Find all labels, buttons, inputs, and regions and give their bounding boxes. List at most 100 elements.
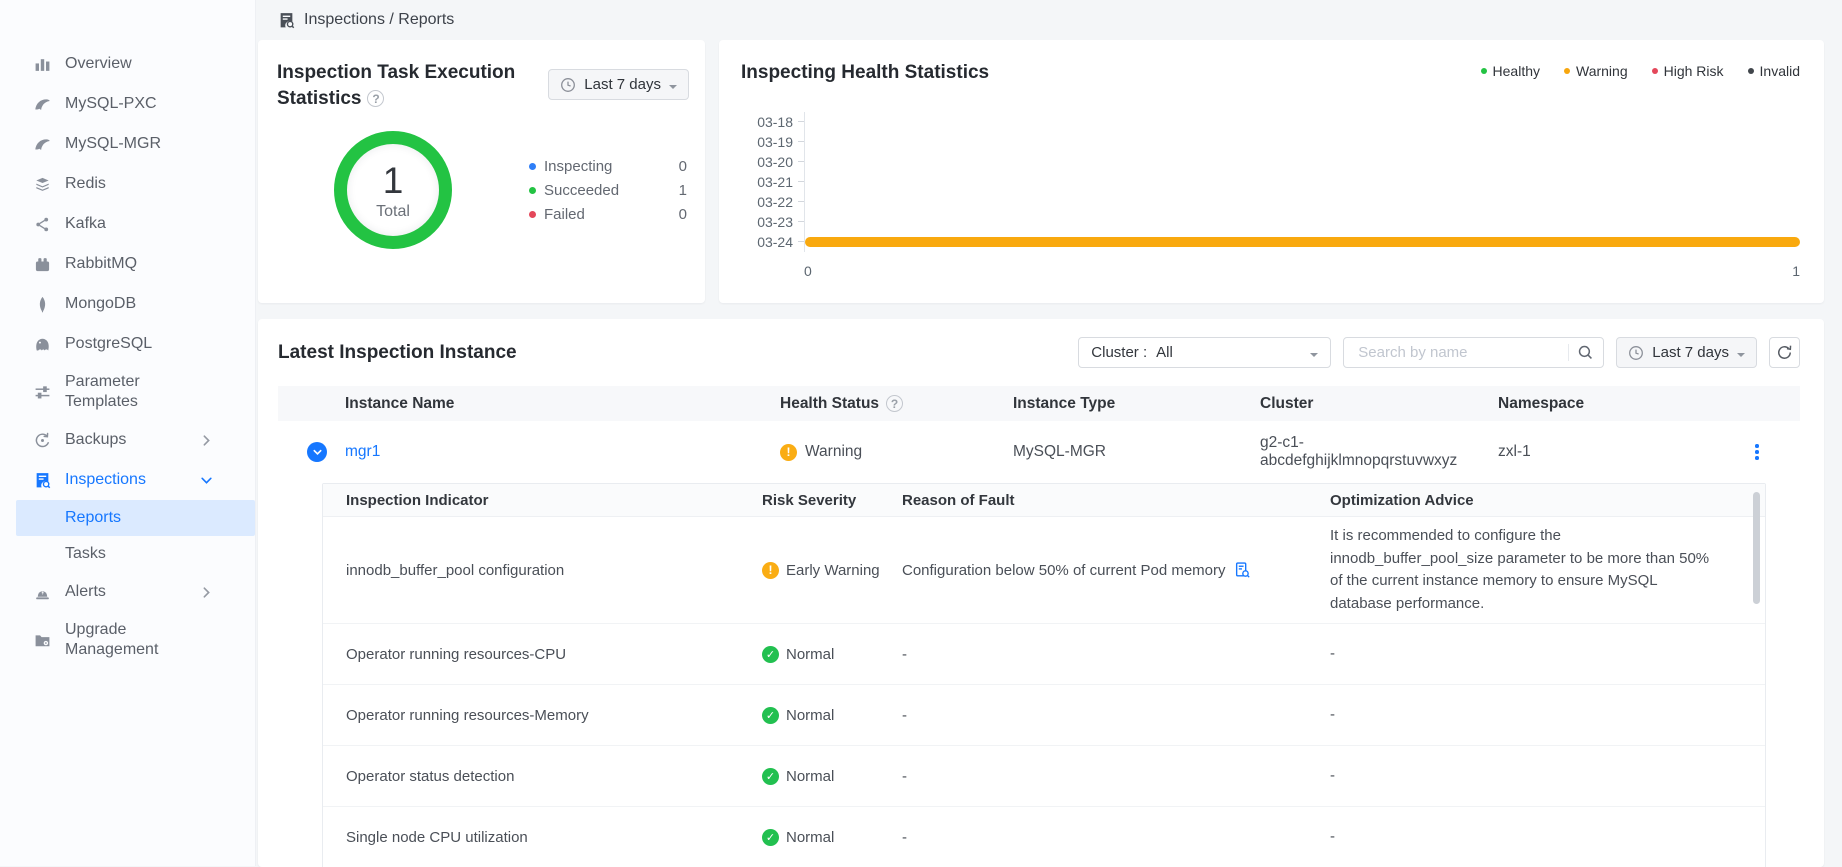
inspections-report-icon bbox=[278, 12, 295, 29]
donut-total-label: Total bbox=[376, 203, 410, 221]
y-axis-tick-label: 03-24 bbox=[741, 234, 793, 250]
check-badge-icon bbox=[762, 829, 779, 846]
chart-row: 03-18 bbox=[741, 112, 1800, 132]
search-icon[interactable] bbox=[1577, 344, 1594, 361]
sidebar-item-label: Tasks bbox=[65, 545, 106, 563]
sidebar-item-mongodb[interactable]: MongoDB bbox=[0, 284, 255, 324]
detail-row-single-node-cpu-utilization: Single node CPU utilizationNormal-- bbox=[323, 807, 1765, 867]
instance-health-status: Warning bbox=[805, 443, 862, 461]
sidebar-item-label: Reports bbox=[65, 509, 121, 527]
detail-row-operator-running-resources-cpu: Operator running resources-CPUNormal-- bbox=[323, 624, 1765, 685]
task-donut-chart: 1 Total bbox=[334, 131, 452, 249]
help-icon[interactable] bbox=[886, 395, 903, 412]
refresh-button[interactable] bbox=[1769, 337, 1800, 368]
sidebar-item-postgresql[interactable]: PostgreSQL bbox=[0, 324, 255, 364]
sidebar-item-mysql-pxc[interactable]: MySQL-PXC bbox=[0, 84, 255, 124]
legend-dot-icon bbox=[1564, 68, 1570, 74]
table-range-dropdown[interactable]: Last 7 days bbox=[1616, 337, 1757, 368]
task-legend-item: Failed0 bbox=[529, 202, 687, 226]
chart-bar-warning bbox=[805, 237, 1800, 247]
redis-icon bbox=[33, 175, 51, 193]
help-icon[interactable] bbox=[367, 90, 384, 107]
sidebar-item-kafka[interactable]: Kafka bbox=[0, 204, 255, 244]
task-legend-item: Succeeded1 bbox=[529, 178, 687, 202]
rabbitmq-icon bbox=[33, 255, 51, 273]
health-legend-item: Healthy bbox=[1481, 63, 1540, 79]
sidebar-item-label: Alerts bbox=[65, 582, 106, 602]
column-header-reason-of-fault: Reason of Fault bbox=[902, 492, 1330, 509]
chevron-down-icon bbox=[1737, 353, 1745, 361]
sidebar-item-redis[interactable]: Redis bbox=[0, 164, 255, 204]
sidebar: Overview MySQL-PXC MySQL-MGR Redis Kafka Rabb… bbox=[0, 0, 256, 866]
sidebar-item-label: Backups bbox=[65, 430, 126, 450]
legend-dot-icon bbox=[529, 187, 536, 194]
warning-badge-icon bbox=[780, 444, 797, 461]
instance-name-link[interactable]: mgr1 bbox=[345, 443, 380, 461]
y-axis-tick-label: 03-23 bbox=[741, 214, 793, 230]
severity-cell: Early Warning bbox=[762, 562, 902, 579]
column-header-optimization-advice: Optimization Advice bbox=[1330, 492, 1765, 509]
instance-row[interactable]: mgr1 Warning MySQL-MGR g2-c1-abcdefghijk… bbox=[278, 421, 1800, 483]
health-legend: HealthyWarningHigh RiskInvalid bbox=[1481, 63, 1800, 79]
sidebar-item-label: Overview bbox=[65, 54, 132, 74]
collapse-row-toggle[interactable] bbox=[307, 442, 327, 462]
search-input[interactable] bbox=[1356, 343, 1564, 362]
sidebar-item-rabbitmq[interactable]: RabbitMQ bbox=[0, 244, 255, 284]
legend-label: Succeeded bbox=[544, 182, 619, 199]
mongodb-icon bbox=[33, 295, 51, 313]
cluster-filter-dropdown[interactable]: Cluster : All bbox=[1078, 337, 1331, 368]
inspections-icon bbox=[33, 471, 51, 489]
inspection-detail-table: Inspection IndicatorRisk SeverityReason … bbox=[322, 483, 1766, 867]
clock-icon bbox=[560, 77, 576, 93]
sidebar-item-label: Redis bbox=[65, 174, 106, 194]
advice-cell: - bbox=[1330, 696, 1765, 735]
sidebar-item-label: MongoDB bbox=[65, 294, 136, 314]
task-stats-body: 1 Total Inspecting0Succeeded1Failed0 bbox=[277, 131, 689, 249]
chart-track bbox=[804, 132, 1800, 152]
health-stats-title: Inspecting Health Statistics bbox=[741, 60, 989, 86]
sidebar-item-label: RabbitMQ bbox=[65, 254, 137, 274]
row-actions-menu[interactable] bbox=[1752, 441, 1762, 463]
sidebar-item-overview[interactable]: Overview bbox=[0, 44, 255, 84]
task-legend: Inspecting0Succeeded1Failed0 bbox=[529, 154, 687, 226]
detail-row-operator-running-resources-memory: Operator running resources-MemoryNormal-… bbox=[323, 685, 1765, 746]
backups-icon bbox=[33, 431, 51, 449]
sidebar-item-label: PostgreSQL bbox=[65, 334, 152, 354]
column-header-inspection-indicator: Inspection Indicator bbox=[323, 492, 762, 509]
indicator-cell: Operator running resources-CPU bbox=[323, 646, 762, 663]
chevron-right-icon bbox=[200, 434, 213, 447]
legend-label: Warning bbox=[1576, 63, 1628, 79]
latest-inspection-card: Latest Inspection Instance Cluster : All bbox=[258, 319, 1824, 867]
sidebar-item-label: MySQL-PXC bbox=[65, 94, 157, 114]
sidebar-item-parameter-templates[interactable]: Parameter Templates bbox=[0, 364, 255, 420]
sidebar-item-upgrade-management[interactable]: Upgrade Management bbox=[0, 612, 255, 668]
chart-track bbox=[804, 112, 1800, 132]
sidebar-item-backups[interactable]: Backups bbox=[0, 420, 255, 460]
legend-dot-icon bbox=[1748, 68, 1754, 74]
sidebar-item-mysql-mgr[interactable]: MySQL-MGR bbox=[0, 124, 255, 164]
task-range-dropdown[interactable]: Last 7 days bbox=[548, 69, 689, 100]
reason-cell: Configuration below 50% of current Pod m… bbox=[902, 562, 1330, 579]
y-axis-tick-label: 03-21 bbox=[741, 174, 793, 190]
report-document-icon[interactable] bbox=[1234, 562, 1251, 579]
sidebar-item-reports[interactable]: Reports bbox=[16, 500, 255, 536]
legend-label: Healthy bbox=[1493, 63, 1540, 79]
chart-row: 03-22 bbox=[741, 192, 1800, 212]
sidebar-item-inspections[interactable]: Inspections bbox=[0, 460, 255, 500]
chart-row: 03-23 bbox=[741, 212, 1800, 232]
sidebar-item-label: MySQL-MGR bbox=[65, 134, 161, 154]
cluster-filter-label: Cluster : bbox=[1091, 344, 1147, 361]
sidebar-item-tasks[interactable]: Tasks bbox=[0, 536, 255, 572]
table-filters: Cluster : All bbox=[1078, 337, 1800, 368]
detail-table-body: innodb_buffer_pool configurationEarly Wa… bbox=[323, 517, 1765, 867]
health-stats-header: Inspecting Health Statistics Healthy Warn… bbox=[741, 60, 1800, 86]
column-header-instance-type: Instance Type bbox=[1013, 395, 1260, 413]
severity-cell: Normal bbox=[762, 707, 902, 724]
legend-label: Invalid bbox=[1760, 63, 1800, 79]
x-axis-tick-label: 0 bbox=[804, 263, 812, 279]
params-icon bbox=[33, 383, 51, 401]
kafka-icon bbox=[33, 215, 51, 233]
sidebar-item-alerts[interactable]: Alerts bbox=[0, 572, 255, 612]
detail-table-scrollbar[interactable] bbox=[1753, 492, 1760, 604]
column-header-health-status: Health Status bbox=[780, 395, 1013, 413]
